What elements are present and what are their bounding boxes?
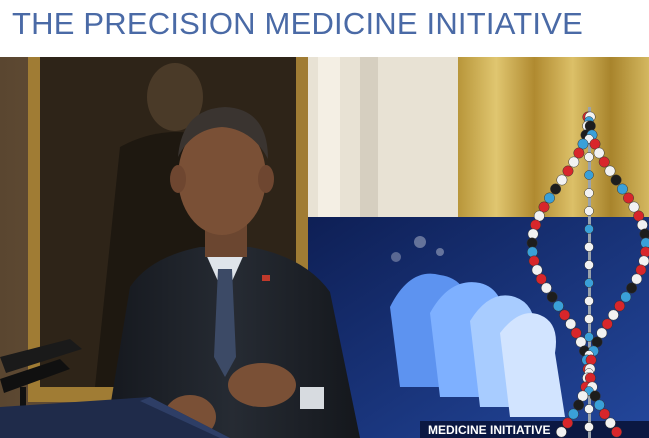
dna-atom [546, 291, 558, 303]
dna-atom [584, 206, 594, 216]
dna-atom [604, 165, 616, 177]
dna-atom [598, 156, 610, 168]
dna-atom [552, 300, 564, 312]
dna-atom [607, 309, 619, 321]
dna-atom [565, 318, 577, 330]
dna-atom [593, 147, 605, 159]
dna-atom [550, 183, 562, 195]
dna-atom [555, 426, 567, 438]
dna-atom [610, 174, 622, 186]
dna-atom [584, 404, 594, 414]
dna-atom [628, 201, 640, 213]
dna-atom [584, 170, 594, 180]
dna-atom [604, 417, 616, 429]
dna-atom [584, 188, 594, 198]
dna-atom [544, 192, 555, 204]
screen-caption: MEDICINE INITIATIVE [428, 423, 550, 437]
dna-atom [573, 147, 585, 159]
dna-atom [584, 260, 594, 270]
page-title: THE PRECISION MEDICINE INITIATIVE [12, 6, 583, 41]
dna-atom [611, 426, 623, 438]
dna-atom [639, 228, 649, 240]
dna-atom [562, 165, 574, 177]
dna-atom [601, 318, 613, 330]
dna-atom [568, 156, 580, 168]
dna-atom [626, 282, 638, 294]
dna-atom [584, 296, 594, 306]
tie [214, 269, 236, 377]
dna-atom [620, 291, 632, 303]
dna-atom [527, 228, 539, 240]
dna-atom [573, 399, 585, 411]
header: THE PRECISION MEDICINE INITIATIVE [0, 0, 649, 57]
right-hand [228, 363, 296, 407]
dna-atom [540, 282, 552, 294]
dna-atom [562, 417, 574, 429]
dna-atom [584, 278, 594, 288]
american-flag-pin-icon [262, 275, 270, 281]
dna-atom [584, 224, 594, 234]
dna-atom [530, 219, 542, 231]
dna-atom [584, 314, 594, 324]
dna-atom [584, 422, 594, 432]
photo-illustration: MEDICINE INITIATIVE [0, 57, 649, 438]
dna-atom [593, 399, 605, 411]
event-photo: MEDICINE INITIATIVE [0, 57, 649, 438]
dna-atom [556, 174, 568, 186]
dna-atom [631, 273, 643, 285]
dna-atom [623, 192, 634, 204]
dna-atom [570, 327, 582, 339]
dna-atom [584, 152, 594, 162]
dna-atom [584, 242, 594, 252]
dna-atom [596, 327, 608, 339]
dna-atom [614, 300, 626, 312]
dna-atom [636, 219, 648, 231]
dna-atom [526, 246, 538, 258]
dna-atom [535, 273, 547, 285]
dna-atom [616, 183, 628, 195]
dna-atom [559, 309, 571, 321]
dna-atom [567, 408, 579, 420]
dna-atom [599, 408, 611, 420]
dna-atom [538, 201, 550, 213]
gold-curtain [458, 57, 649, 232]
